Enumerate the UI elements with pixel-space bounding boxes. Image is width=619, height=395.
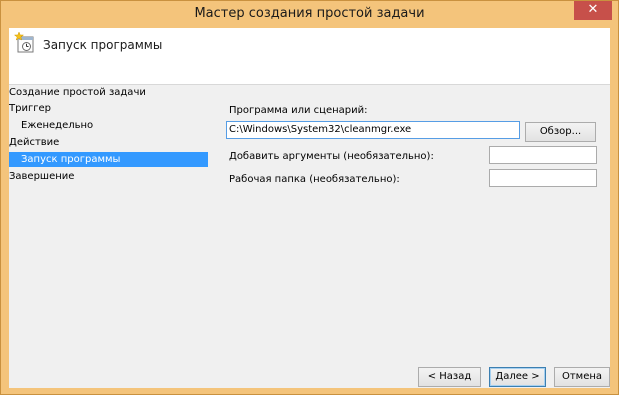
page-title: Запуск программы [43, 38, 163, 52]
title-bar[interactable]: Мастер создания простой задачи ✕ [1, 1, 618, 28]
wizard-client: Запуск программы Создание простой задачи… [9, 28, 610, 388]
wizard-header: Запуск программы [9, 28, 610, 85]
close-icon: ✕ [587, 2, 599, 17]
wizard-window: Мастер создания простой задачи ✕ Запуск … [0, 0, 619, 395]
program-input[interactable]: C:\Windows\System32\cleanmgr.exe [226, 121, 520, 139]
back-button[interactable]: < Назад [418, 367, 481, 387]
cancel-button[interactable]: Отмена [554, 367, 610, 387]
wizard-steps: Создание простой задачи Триггер Еженедел… [9, 85, 214, 325]
step-finish[interactable]: Завершение [9, 169, 74, 184]
arguments-label: Добавить аргументы (необязательно): [229, 151, 434, 162]
program-label: Программа или сценарий: [229, 105, 368, 116]
step-action[interactable]: Действие [9, 135, 59, 150]
working-folder-label: Рабочая папка (необязательно): [229, 174, 400, 185]
working-folder-input[interactable] [489, 169, 597, 187]
window-title: Мастер создания простой задачи [194, 6, 425, 21]
arguments-input[interactable] [489, 146, 597, 164]
step-weekly[interactable]: Еженедельно [9, 118, 93, 133]
close-button[interactable]: ✕ [574, 1, 612, 20]
next-button[interactable]: Далее > [489, 367, 546, 387]
step-trigger[interactable]: Триггер [9, 101, 51, 116]
step-create-task[interactable]: Создание простой задачи [9, 85, 146, 100]
browse-button[interactable]: Обзор... [525, 122, 596, 142]
task-scheduler-icon [13, 31, 37, 55]
step-start-program[interactable]: Запуск программы [9, 152, 208, 167]
